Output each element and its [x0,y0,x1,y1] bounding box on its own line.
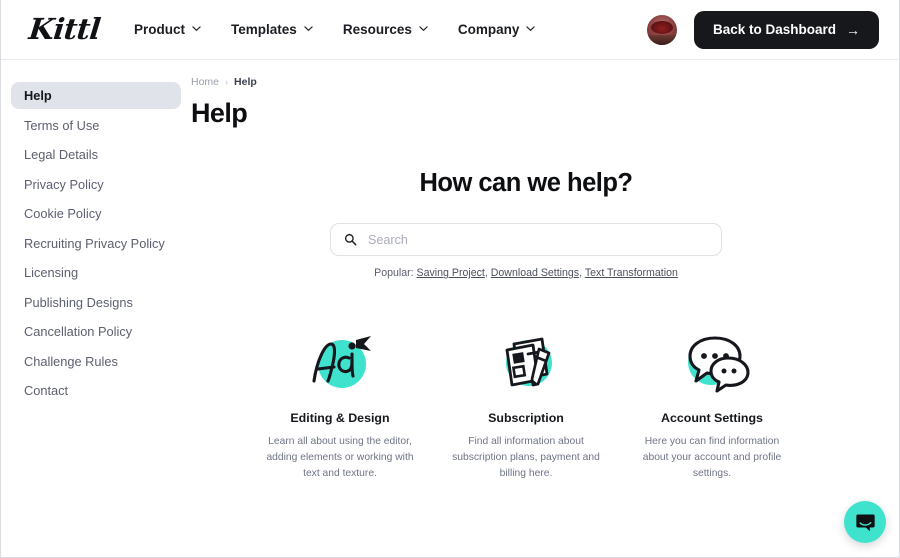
sidebar-item-licensing[interactable]: Licensing [11,260,181,286]
chevron-down-icon [304,24,313,33]
breadcrumb-home[interactable]: Home [191,76,219,88]
help-hero: How can we help? Popular: Saving Project… [191,169,879,279]
sidebar-item-contact[interactable]: Contact [11,378,181,404]
help-card-account-settings[interactable]: Account Settings Here you can find infor… [619,325,805,482]
nav-item-resources[interactable]: Resources [343,22,428,37]
chevron-down-icon [419,24,428,33]
breadcrumb: Home › Help [191,60,879,88]
nav-item-company[interactable]: Company [458,22,536,37]
help-card-title: Editing & Design [290,411,390,426]
editing-design-icon [253,325,427,397]
main-nav: Product Templates Resources Company [134,22,536,37]
breadcrumb-current: Help [234,76,257,88]
popular-link-text-transformation[interactable]: Text Transformation [585,267,678,279]
search-icon [344,233,357,246]
popular-link-download-settings[interactable]: Download Settings [491,267,579,279]
site-header: Kittl Product Templates Resources Compan… [1,0,899,60]
nav-item-templates[interactable]: Templates [231,22,313,37]
search-input[interactable] [368,232,708,247]
help-card-description: Find all information about subscription … [452,436,600,480]
nav-item-label: Company [457,22,520,37]
back-to-dashboard-label: Back to Dashboard [712,22,836,37]
chevron-down-icon [526,24,536,33]
chat-bubble-icon [855,512,876,533]
breadcrumb-separator-icon: › [225,77,229,87]
page-title: Help [191,98,248,128]
nav-item-label: Resources [342,22,412,37]
sidebar-item-cookie-policy[interactable]: Cookie Policy [11,201,181,227]
chat-widget-button[interactable] [844,501,886,543]
sidebar-item-help[interactable]: Help [11,82,181,109]
help-card-title: Subscription [488,411,564,426]
sidebar-item-terms-of-use[interactable]: Terms of Use [11,113,181,139]
sidebar-item-recruiting-privacy-policy[interactable]: Recruiting Privacy Policy [11,231,181,257]
popular-comma-1: , [484,267,488,280]
popular-label: Popular: [374,267,414,280]
search-bar[interactable] [330,223,722,257]
popular-searches: Popular: Saving Project, Download Settin… [191,267,861,279]
sidebar-item-privacy-policy[interactable]: Privacy Policy [11,172,181,198]
kittl-logo[interactable]: Kittl [27,12,102,46]
body-wrapper: Help Terms of Use Legal Details Privacy … [1,60,899,557]
account-settings-icon [625,325,799,397]
main-content: Home › Help Help How can we help? Search… [191,60,899,557]
chevron-down-icon [192,24,201,33]
sidebar-item-cancellation-policy[interactable]: Cancellation Policy [11,319,181,345]
help-card-title: Account Settings [661,411,763,426]
sidebar-item-challenge-rules[interactable]: Challenge Rules [11,349,181,375]
subscription-icon [439,325,613,397]
arrow-right-icon: → [846,21,860,38]
avatar[interactable] [646,14,677,45]
page-frame: Kittl Product Templates Resources Compan… [0,0,900,558]
help-card-description: Here you can find information about your… [642,436,782,480]
help-card-description: Learn all about using the editor, adding… [266,436,414,480]
sidebar-item-legal-details[interactable]: Legal Details [11,142,181,168]
header-right: Back to Dashboard → [646,10,879,49]
popular-comma-2: , [579,267,583,280]
sidebar: Help Terms of Use Legal Details Privacy … [1,60,191,557]
help-card-editing-design[interactable]: Editing & Design Learn all about using t… [247,325,433,482]
popular-link-saving-project[interactable]: Saving Project [417,267,485,279]
help-category-cards: Editing & Design Learn all about using t… [191,325,879,482]
nav-item-label: Templates [231,22,297,37]
back-to-dashboard-button[interactable]: Back to Dashboard → [693,10,879,49]
sidebar-item-publishing-designs[interactable]: Publishing Designs [11,290,181,316]
nav-item-product[interactable]: Product [134,22,201,37]
nav-item-label: Product [134,22,186,37]
help-card-subscription[interactable]: Subscription Find all information about … [433,325,619,482]
hero-heading: How can we help? [419,169,633,198]
